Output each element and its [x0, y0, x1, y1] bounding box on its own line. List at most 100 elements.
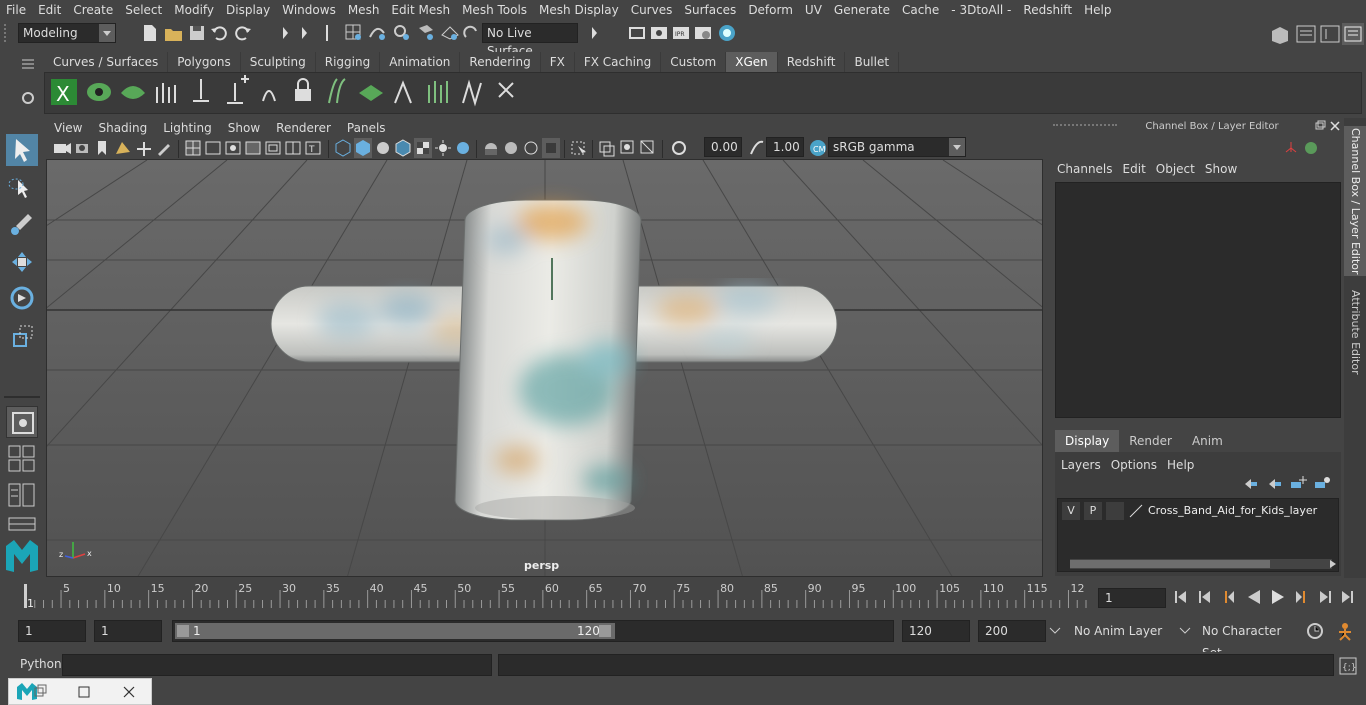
menu-surfaces[interactable]: Surfaces: [678, 0, 742, 20]
status-line-grip[interactable]: [4, 24, 10, 42]
shelf-tab-xgen[interactable]: XGen: [726, 52, 778, 72]
animation-end-field[interactable]: 200: [978, 620, 1046, 642]
workspace-icons[interactable]: [1270, 23, 1364, 45]
range-bar-icons[interactable]: [1304, 620, 1360, 642]
shelf-tab-fx-caching[interactable]: FX Caching: [574, 52, 662, 72]
maya-app-icon[interactable]: [17, 683, 37, 700]
layer-name[interactable]: Cross_Band_Aid_for_Kids_layer: [1148, 502, 1338, 520]
select-tool[interactable]: [6, 134, 38, 166]
shelf-menu-icon[interactable]: [22, 59, 34, 69]
range-slider-handle[interactable]: 1 120: [175, 623, 615, 639]
color-management-icon[interactable]: CM: [808, 138, 828, 158]
file-icons[interactable]: [140, 23, 260, 43]
menu-curves[interactable]: Curves: [625, 0, 679, 20]
layer-tab-display[interactable]: Display: [1055, 430, 1120, 452]
playback-start-field[interactable]: 1: [94, 620, 162, 642]
layer-tab-anim[interactable]: Anim: [1181, 430, 1233, 452]
mode-selector[interactable]: Modeling: [18, 23, 116, 43]
tab-attribute-editor[interactable]: Attribute Editor: [1344, 282, 1366, 382]
shelf-tab-rendering[interactable]: Rendering: [460, 52, 541, 72]
shelf-tab-animation[interactable]: Animation: [380, 52, 461, 72]
layer-editor-icons[interactable]: [1241, 474, 1337, 494]
playback-end-field[interactable]: 120: [902, 620, 970, 642]
character-set-selector[interactable]: No Character Set: [1196, 620, 1298, 660]
shelf-tab-custom[interactable]: Custom: [661, 52, 727, 72]
exposure-field[interactable]: 0.00: [704, 137, 742, 157]
menu-mesh[interactable]: Mesh: [342, 0, 386, 20]
panel-window-buttons[interactable]: [1315, 120, 1341, 132]
selection-mask-arrows[interactable]: [278, 23, 338, 43]
viewport-toolbar-icons[interactable]: T: [52, 138, 692, 160]
viewport-menu-shading[interactable]: Shading: [90, 118, 155, 138]
perspective-viewport[interactable]: z x persp: [46, 159, 1043, 577]
layer-menu-layers[interactable]: Layers: [1059, 456, 1109, 474]
menu-mesh-tools[interactable]: Mesh Tools: [456, 0, 533, 20]
layer-row[interactable]: V P Cross_Band_Aid_for_Kids_layer: [1060, 501, 1336, 521]
shelf-settings-icon[interactable]: [22, 92, 34, 104]
channel-menu-edit[interactable]: Edit: [1121, 160, 1154, 178]
menu-edit[interactable]: Edit: [32, 0, 67, 20]
chevron-down-icon[interactable]: [1178, 624, 1192, 638]
channel-menu-object[interactable]: Object: [1154, 160, 1203, 178]
chevron-down-icon[interactable]: [1048, 624, 1062, 638]
menu-redshift[interactable]: Redshift: [1017, 0, 1078, 20]
snap-icons[interactable]: [344, 23, 479, 43]
viewport-menu-lighting[interactable]: Lighting: [155, 118, 220, 138]
render-icons[interactable]: IPR: [588, 23, 748, 43]
xgen-shelf-icons[interactable]: X: [49, 75, 529, 115]
menu-select[interactable]: Select: [119, 0, 168, 20]
menu-windows[interactable]: Windows: [276, 0, 342, 20]
layer-menu-options[interactable]: Options: [1109, 456, 1165, 474]
four-view-layout[interactable]: [8, 444, 36, 474]
menu-3dtoall[interactable]: - 3DtoAll -: [945, 0, 1017, 20]
single-perspective-layout[interactable]: [6, 406, 38, 438]
shelf-tab-sculpting[interactable]: Sculpting: [240, 52, 316, 72]
animation-start-field[interactable]: 1: [18, 620, 86, 642]
gamma-field[interactable]: 1.00: [766, 137, 804, 157]
layer-tab-render[interactable]: Render: [1119, 430, 1182, 452]
menu-uv[interactable]: UV: [799, 0, 828, 20]
layer-list-scrollbar[interactable]: [1070, 559, 1332, 569]
menu-file[interactable]: File: [0, 0, 32, 20]
script-editor-icon[interactable]: {;}: [1338, 656, 1358, 676]
close-icon[interactable]: [123, 686, 135, 698]
menu-edit-mesh[interactable]: Edit Mesh: [385, 0, 456, 20]
viewport-menu-renderer[interactable]: Renderer: [268, 118, 339, 138]
shelf-tab-curves-surfaces[interactable]: Curves / Surfaces: [44, 52, 169, 72]
tab-channel-box-layer-editor[interactable]: Channel Box / Layer Editor: [1344, 126, 1366, 276]
channel-box-area[interactable]: [1055, 182, 1341, 418]
shelf-tab-rigging[interactable]: Rigging: [315, 52, 381, 72]
layer-visibility-toggle[interactable]: V: [1062, 502, 1080, 520]
menu-deform[interactable]: Deform: [742, 0, 799, 20]
layer-display-type-toggle[interactable]: [1106, 502, 1124, 520]
menu-mesh-display[interactable]: Mesh Display: [533, 0, 625, 20]
maximize-icon[interactable]: [78, 686, 90, 698]
layer-color-icon[interactable]: [1128, 503, 1144, 519]
shelf-tab-fx[interactable]: FX: [540, 52, 575, 72]
shelf-tab-polygons[interactable]: Polygons: [168, 52, 241, 72]
range-slider[interactable]: 1 120: [172, 620, 894, 642]
layer-playback-toggle[interactable]: P: [1084, 502, 1102, 520]
playback-controls[interactable]: [1172, 586, 1360, 608]
menu-generate[interactable]: Generate: [828, 0, 896, 20]
live-surface-field[interactable]: No Live Surface: [482, 23, 578, 58]
paint-select-tool[interactable]: [6, 208, 38, 240]
shelf-tab-redshift[interactable]: Redshift: [777, 52, 846, 72]
channel-menu-show[interactable]: Show: [1203, 160, 1245, 178]
panel-grip[interactable]: [1053, 124, 1117, 132]
lasso-tool[interactable]: [6, 172, 38, 204]
chevron-right-icon[interactable]: [1328, 559, 1338, 569]
viewport-menu-view[interactable]: View: [46, 118, 90, 138]
range-handle-left[interactable]: [177, 625, 189, 637]
menu-help[interactable]: Help: [1078, 0, 1117, 20]
timeline-layout[interactable]: [8, 516, 36, 532]
shelf-tab-bullet[interactable]: Bullet: [845, 52, 900, 72]
time-slider[interactable]: 5 10 15 20 25 30 35 40 45 50 55 60 65 70 75 80 85 90 95 100…: [18, 580, 1092, 610]
viewport-menu-panels[interactable]: Panels: [339, 118, 394, 138]
channel-menu-channels[interactable]: Channels: [1055, 160, 1121, 178]
menu-display[interactable]: Display: [220, 0, 276, 20]
scale-tool[interactable]: [6, 320, 38, 352]
menu-modify[interactable]: Modify: [168, 0, 220, 20]
menu-cache[interactable]: Cache: [896, 0, 945, 20]
anim-layer-selector[interactable]: No Anim Layer: [1068, 620, 1174, 642]
